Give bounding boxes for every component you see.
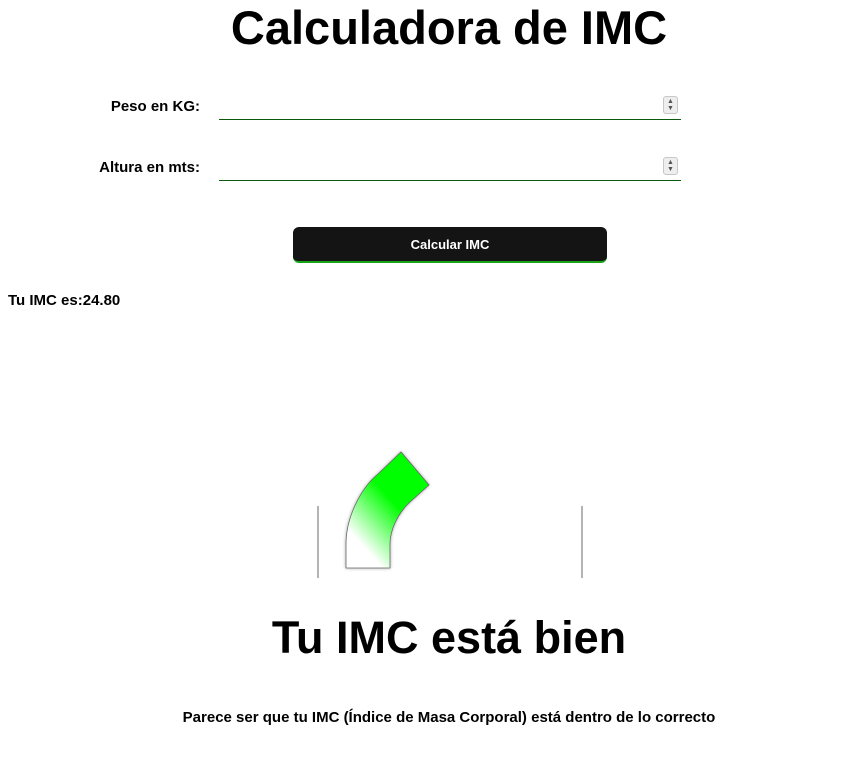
chevron-down-icon[interactable]: ▼ <box>667 166 674 173</box>
chevron-down-icon[interactable]: ▼ <box>667 105 674 112</box>
weight-label: Peso en KG: <box>110 98 200 115</box>
calculate-button[interactable]: Calcular IMC <box>293 227 607 263</box>
bmi-calculator-page: Calculadora de IMC Peso en KG: ▲ ▼ Altur… <box>0 0 860 761</box>
height-input[interactable] <box>219 155 657 177</box>
page-title: Calculadora de IMC <box>230 1 668 54</box>
height-label: Altura en mts: <box>99 159 200 176</box>
bmi-result-text: Tu IMC es:24.80 <box>8 292 121 309</box>
weight-field[interactable]: ▲ ▼ <box>219 94 681 120</box>
weight-row: Peso en KG: ▲ ▼ <box>0 94 860 124</box>
bmi-verdict-heading: Tu IMC está bien <box>271 612 627 663</box>
chevron-up-icon[interactable]: ▲ <box>667 98 674 105</box>
height-row: Altura en mts: ▲ ▼ <box>0 155 860 185</box>
weight-input[interactable] <box>219 94 657 116</box>
weight-stepper[interactable]: ▲ ▼ <box>663 96 678 114</box>
bmi-gauge <box>317 451 583 578</box>
height-stepper[interactable]: ▲ ▼ <box>663 157 678 175</box>
bmi-verdict-description: Parece ser que tu IMC (Índice de Masa Co… <box>182 709 716 726</box>
chevron-up-icon[interactable]: ▲ <box>667 159 674 166</box>
height-field[interactable]: ▲ ▼ <box>219 155 681 181</box>
gauge-indicator-segment <box>345 451 430 569</box>
